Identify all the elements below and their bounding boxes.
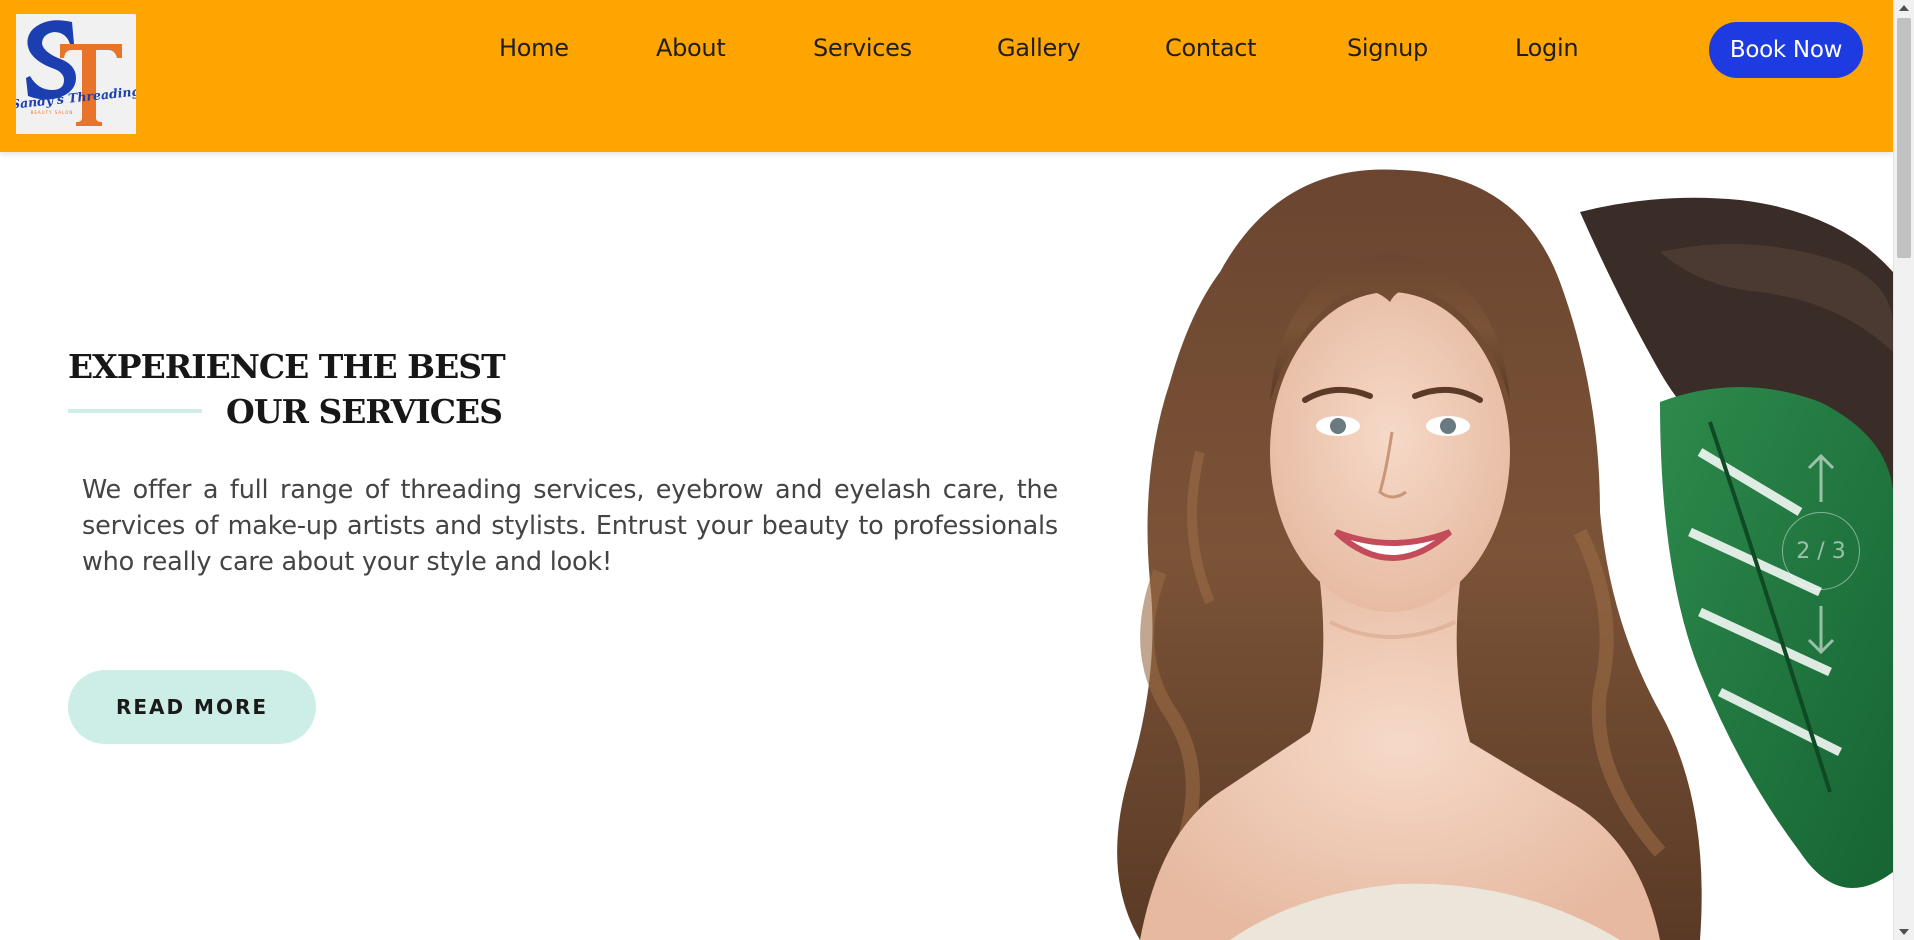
title-divider [68, 409, 202, 413]
nav-link-signup[interactable]: Signup [1347, 34, 1428, 62]
nav-link-home[interactable]: Home [499, 34, 569, 62]
hero-image [1100, 152, 1893, 940]
nav-link-about[interactable]: About [656, 34, 726, 62]
slide-counter: 2 / 3 [1782, 512, 1860, 590]
hero-description: We offer a full range of threading servi… [82, 475, 1058, 577]
site-header: Sandy's Threading BEAUTY SALON Home Abou… [0, 0, 1893, 152]
hero-woman-illustration [1117, 169, 1893, 940]
monstera-leaf-graphic [1660, 387, 1893, 888]
nav-link-services[interactable]: Services [813, 34, 912, 62]
arrow-down-icon[interactable] [1805, 604, 1837, 656]
arrow-up-icon[interactable] [1805, 452, 1837, 504]
nav-link-contact[interactable]: Contact [1165, 34, 1257, 62]
page-scrollbar[interactable] [1893, 0, 1914, 940]
scroll-down-arrow-icon[interactable] [1899, 929, 1909, 935]
book-now-button[interactable]: Book Now [1709, 22, 1863, 78]
scroll-thumb[interactable] [1897, 18, 1911, 258]
logo-tagline-text: BEAUTY SALON [31, 110, 74, 115]
scroll-up-arrow-icon[interactable] [1899, 5, 1909, 11]
hero-title-line1: EXPERIENCE THE BEST [68, 347, 506, 386]
nav-link-login[interactable]: Login [1515, 34, 1579, 62]
main-nav: Home About Services Gallery Contact Sign… [0, 0, 1893, 100]
hero-title: EXPERIENCE THE BEST OUR SERVICES [68, 344, 568, 434]
read-more-button[interactable]: READ MORE [68, 670, 316, 744]
nav-link-gallery[interactable]: Gallery [997, 34, 1081, 62]
